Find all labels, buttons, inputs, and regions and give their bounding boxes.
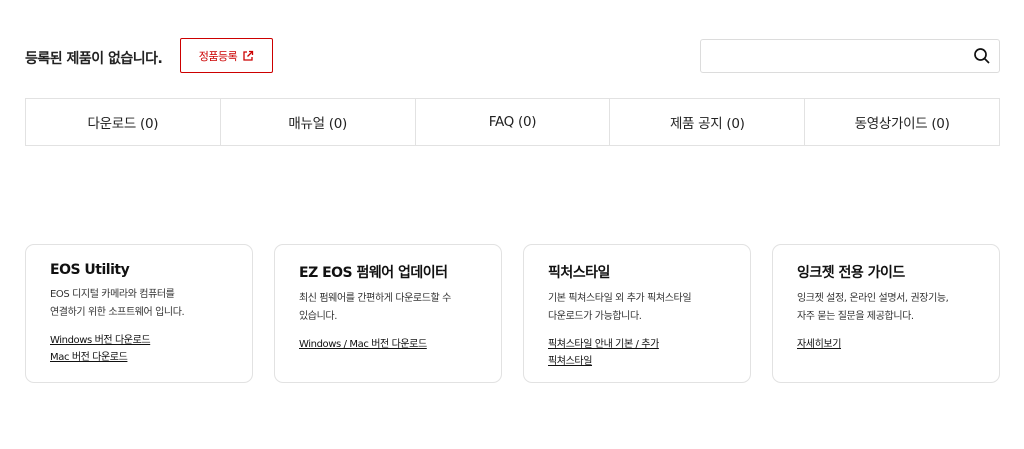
no-product-message: 등록된 제품이 없습니다.: [25, 51, 163, 67]
external-link-icon: [243, 50, 254, 61]
card-title: EOS Utility: [50, 262, 130, 278]
card-inkjet-guide: 잉크젯 전용 가이드 잉크젯 설정, 온라인 설명서, 권장기능, 자주 묻는 …: [772, 244, 1000, 383]
card-eos-utility: EOS Utility EOS 디지털 카메라와 컴퓨터를 연결하기 위한 소프…: [25, 244, 253, 383]
windows-mac-download-link[interactable]: Windows / Mac 버전 다운로드: [299, 336, 481, 353]
tab-faq[interactable]: FAQ (0): [416, 99, 611, 145]
card-description: 기본 픽쳐스타일 외 추가 픽쳐스타일 다운로드가 가능합니다.: [548, 290, 730, 326]
card-description: EOS 디지털 카메라와 컴퓨터를 연결하기 위한 소프트웨어 입니다.: [50, 286, 232, 322]
mac-download-link[interactable]: Mac 버전 다운로드: [50, 349, 232, 366]
card-desc-line: 다운로드가 가능합니다.: [548, 311, 642, 322]
card-title: EZ EOS 펌웨어 업데이터: [299, 265, 448, 281]
search-input[interactable]: [701, 40, 961, 72]
card-title: 잉크젯 전용 가이드: [797, 265, 905, 281]
link-line: 픽쳐스타일: [548, 356, 593, 367]
register-button-label: 정품등록: [198, 49, 238, 63]
search-box: [700, 39, 1000, 73]
search-icon[interactable]: [973, 47, 991, 65]
card-desc-line: 최신 펌웨어를 간편하게 다운로드할 수: [299, 293, 451, 304]
card-desc-line: 연결하기 위한 소프트웨어 입니다.: [50, 307, 185, 318]
card-desc-line: 자주 묻는 질문을 제공합니다.: [797, 311, 914, 322]
card-desc-line: 있습니다.: [299, 311, 337, 322]
tab-video-guide[interactable]: 동영상가이드 (0): [805, 99, 999, 145]
card-ez-eos-firmware-updater: EZ EOS 펌웨어 업데이터 최신 펌웨어를 간편하게 다운로드할 수 있습니…: [274, 244, 502, 383]
link-line: 픽쳐스타일 안내 기본 / 추가: [548, 339, 659, 350]
picture-style-guide-link[interactable]: 픽쳐스타일 안내 기본 / 추가 픽쳐스타일: [548, 336, 730, 370]
tab-download[interactable]: 다운로드 (0): [26, 99, 221, 145]
card-picture-style: 픽처스타일 기본 픽쳐스타일 외 추가 픽쳐스타일 다운로드가 가능합니다. 픽…: [523, 244, 751, 383]
windows-download-link[interactable]: Windows 버전 다운로드: [50, 332, 232, 349]
content-tabs: 다운로드 (0) 매뉴얼 (0) FAQ (0) 제품 공지 (0) 동영상가이…: [25, 98, 1000, 146]
card-desc-line: 잉크젯 설정, 온라인 설명서, 권장기능,: [797, 293, 949, 304]
view-details-link[interactable]: 자세히보기: [797, 336, 979, 353]
product-registration-bar: 등록된 제품이 없습니다. 정품등록: [25, 38, 1000, 74]
card-description: 최신 펌웨어를 간편하게 다운로드할 수 있습니다.: [299, 290, 481, 326]
register-product-button[interactable]: 정품등록: [180, 38, 273, 73]
card-desc-line: EOS 디지털 카메라와 컴퓨터를: [50, 289, 175, 300]
tab-product-notice[interactable]: 제품 공지 (0): [610, 99, 806, 145]
software-cards: EOS Utility EOS 디지털 카메라와 컴퓨터를 연결하기 위한 소프…: [25, 244, 1000, 383]
card-title: 픽처스타일: [548, 265, 610, 281]
card-desc-line: 기본 픽쳐스타일 외 추가 픽쳐스타일: [548, 293, 692, 304]
card-description: 잉크젯 설정, 온라인 설명서, 권장기능, 자주 묻는 질문을 제공합니다.: [797, 290, 979, 326]
tab-manual[interactable]: 매뉴얼 (0): [221, 99, 416, 145]
